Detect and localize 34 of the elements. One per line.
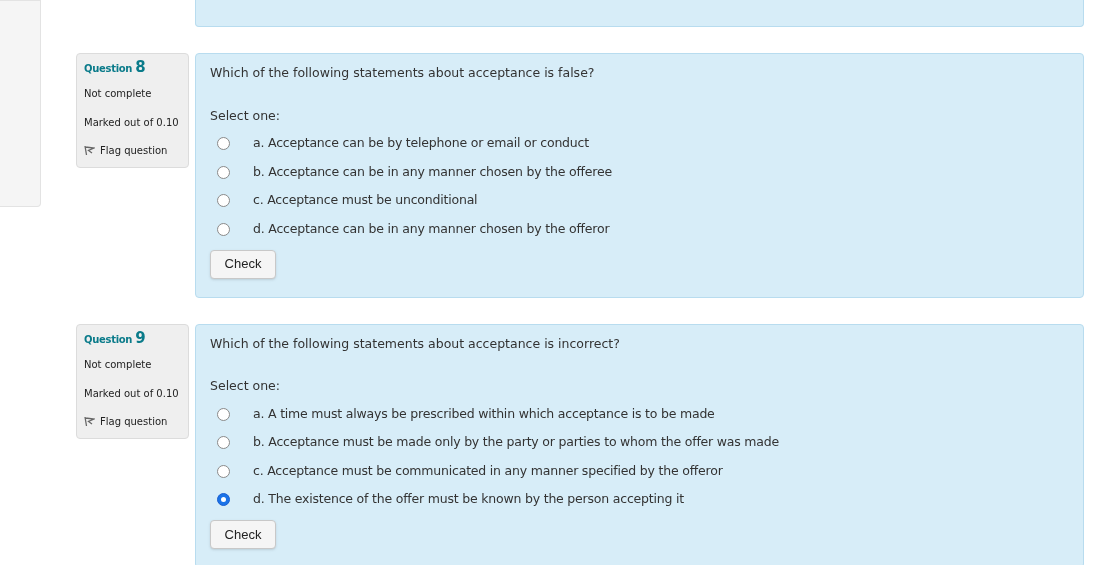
question-state: Not complete — [84, 357, 153, 372]
check-button[interactable]: Check — [210, 249, 276, 279]
check-button[interactable]: Check — [210, 520, 276, 549]
option-text: c. Acceptance must be communicated in any manner specified by the offeror — [253, 461, 723, 480]
option-text: b. Acceptance can be in any manner chosen by the offeree — [253, 162, 612, 181]
radio-button[interactable] — [217, 407, 230, 421]
question-mark: Marked out of 0.10 — [84, 386, 180, 401]
radio-button[interactable] — [217, 165, 230, 179]
question-text: Which of the following statements about acceptance is incorrect? — [210, 334, 620, 353]
radio-button[interactable] — [217, 493, 230, 507]
flag-icon — [84, 145, 95, 156]
radio-button[interactable] — [217, 194, 230, 208]
question-mark: Marked out of 0.10 — [84, 116, 180, 130]
radio-button[interactable] — [217, 222, 230, 236]
flag-icon — [84, 415, 95, 427]
select-one-label: Select one: — [210, 106, 280, 125]
question-number: 9 — [135, 330, 146, 346]
option-text: d. Acceptance can be in any manner chosen by the offeror — [253, 219, 610, 238]
option-text: a. Acceptance can be by telephone or email or conduct — [253, 134, 589, 153]
question-number: 8 — [135, 60, 146, 75]
radio-button[interactable] — [217, 137, 230, 151]
question-label: Question — [84, 332, 133, 347]
radio-button[interactable] — [217, 464, 230, 478]
flag-question-link[interactable]: Flag question — [84, 143, 168, 158]
question-label: Question — [84, 62, 133, 76]
option-text: a. A time must always be prescribed within which acceptance is to be made — [253, 404, 715, 423]
question-state: Not complete — [84, 87, 153, 101]
flag-question-link[interactable]: Flag question — [84, 413, 168, 429]
select-one-label: Select one: — [210, 377, 280, 396]
radio-button[interactable] — [217, 436, 230, 450]
option-text: d. The existence of the offer must be known by the person accepting it — [253, 490, 684, 509]
option-text: c. Acceptance must be unconditional — [253, 191, 478, 210]
question-text: Which of the following statements about acceptance is false? — [210, 64, 595, 82]
option-text: b. Acceptance must be made only by the party or parties to whom the offer was made — [253, 433, 779, 452]
